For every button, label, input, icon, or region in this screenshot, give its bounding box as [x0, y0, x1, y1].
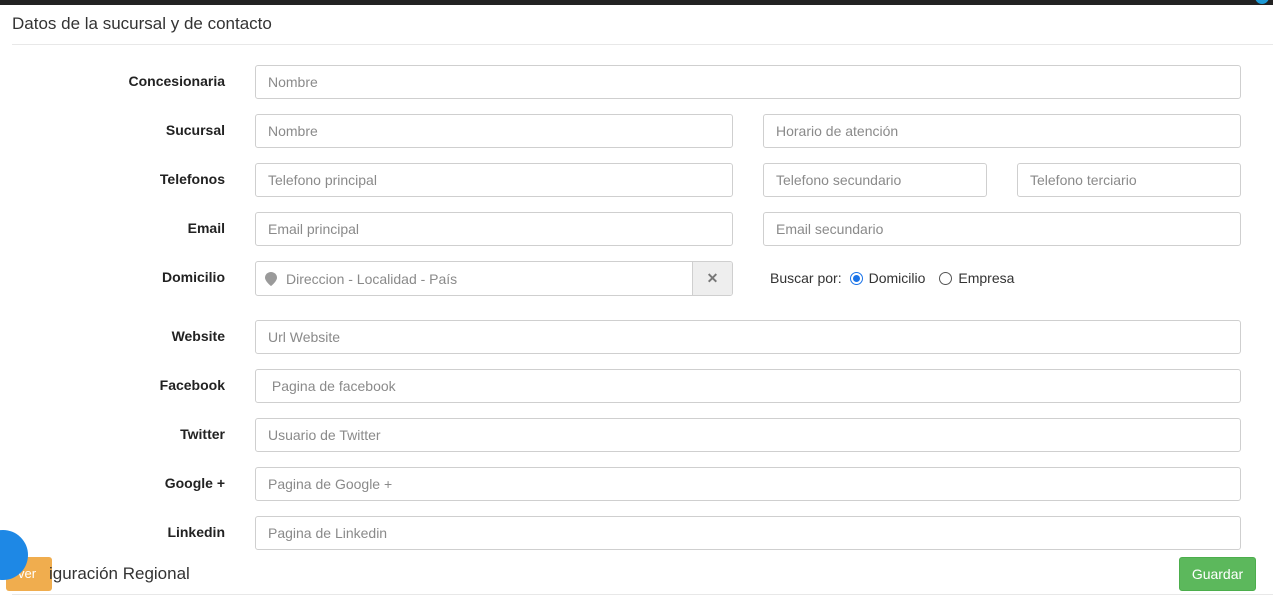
save-button[interactable]: Guardar [1179, 557, 1256, 591]
empresa-radio[interactable] [939, 271, 953, 285]
email-label: Email [187, 220, 225, 236]
linkedin-label: Linkedin [167, 524, 225, 540]
map-pin-icon [265, 272, 277, 286]
top-right-indicator [1255, 0, 1269, 4]
linkedin-input[interactable] [255, 516, 1241, 550]
empresa-radio-label[interactable]: Empresa [958, 270, 1014, 286]
google-plus-input[interactable] [255, 467, 1241, 501]
regional-config-title: iguración Regional [49, 564, 190, 583]
website-label: Website [171, 328, 225, 344]
address-input-group: ✕ [255, 261, 733, 296]
clear-address-button[interactable]: ✕ [692, 262, 732, 295]
section-title: Datos de la sucursal y de contacto [12, 14, 272, 33]
tertiary-phone-input[interactable] [1017, 163, 1241, 197]
telefonos-label: Telefonos [159, 171, 225, 187]
twitter-label: Twitter [180, 426, 225, 442]
primary-email-input[interactable] [255, 212, 733, 246]
search-by-label: Buscar por: [770, 270, 842, 286]
facebook-label: Facebook [159, 377, 225, 393]
secondary-email-input[interactable] [763, 212, 1241, 246]
google-plus-label: Google + [164, 475, 225, 491]
sucursal-label: Sucursal [165, 122, 225, 138]
address-input[interactable] [256, 262, 693, 295]
concesionaria-name-input[interactable] [255, 65, 1241, 99]
website-input[interactable] [255, 320, 1241, 354]
sucursal-name-input[interactable] [255, 114, 733, 148]
section-divider [12, 44, 1273, 45]
domicilio-radio-label[interactable]: Domicilio [869, 270, 926, 286]
domicilio-label: Domicilio [161, 269, 225, 285]
secondary-phone-input[interactable] [763, 163, 987, 197]
primary-phone-input[interactable] [255, 163, 733, 197]
top-bar [0, 0, 1273, 5]
facebook-input[interactable] [255, 369, 1241, 403]
clear-icon: ✕ [706, 270, 719, 286]
twitter-input[interactable] [255, 418, 1241, 452]
bottom-divider [12, 594, 1273, 595]
domicilio-radio[interactable] [849, 271, 863, 285]
search-by-group: Buscar por: Domicilio Empresa [770, 270, 1014, 286]
business-hours-input[interactable] [763, 114, 1241, 148]
concesionaria-label: Concesionaria [128, 73, 225, 89]
